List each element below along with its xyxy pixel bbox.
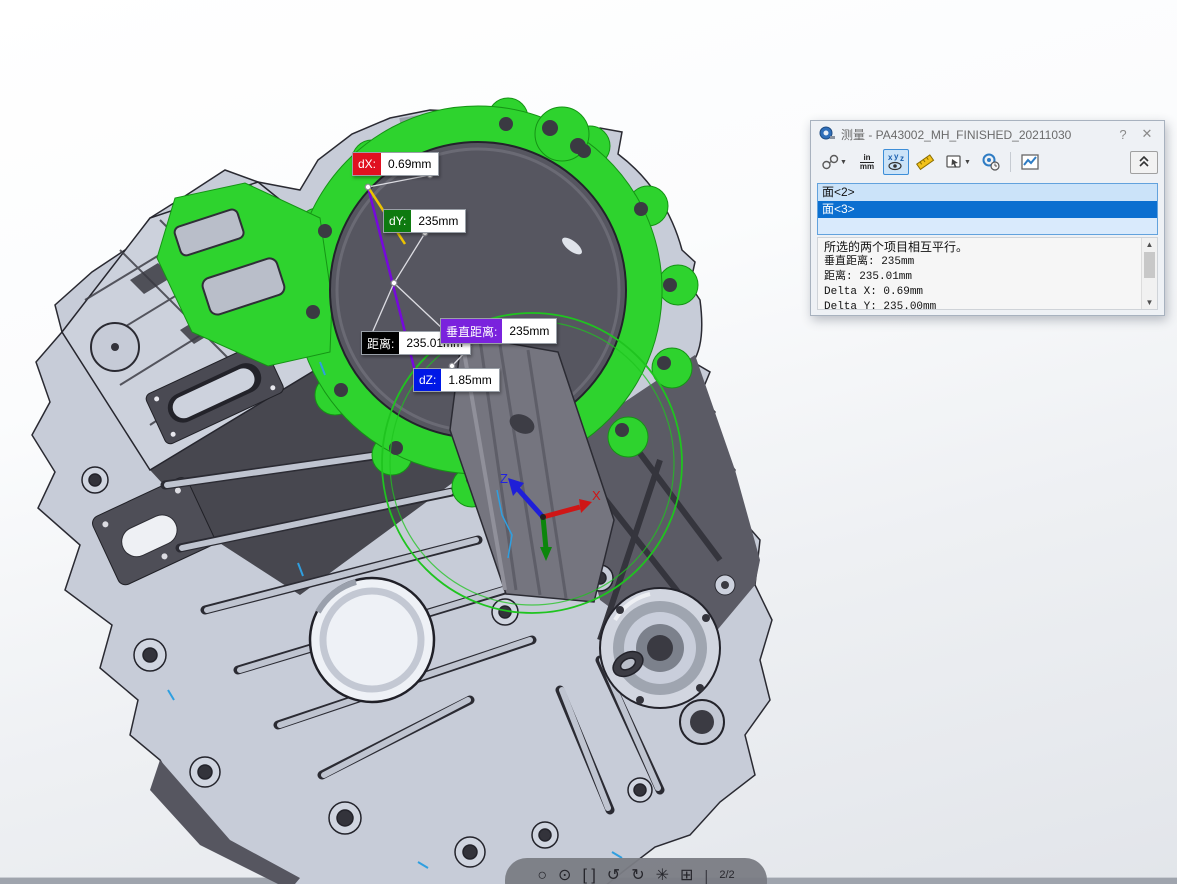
toolbar-separator	[1010, 152, 1011, 172]
rotate-view-icon[interactable]: ↻	[631, 868, 644, 884]
collapse-button[interactable]	[1130, 151, 1158, 174]
application-window: Z X dX: 0.69mm dY: 235mm 距离: 23	[0, 0, 1177, 884]
scroll-up-arrow-icon[interactable]: ▲	[1142, 238, 1157, 251]
model-through-bore[interactable]	[310, 578, 434, 702]
svg-text:y: y	[894, 152, 899, 161]
callout-dx-value: 0.69mm	[381, 153, 438, 175]
selection-list-item-face2[interactable]: 面<2>	[818, 184, 1157, 201]
callout-dy-value: 235mm	[411, 210, 465, 232]
callout-dz-value: 1.85mm	[441, 369, 498, 391]
measure-dialog-titlebar[interactable]: 测量 - PA43002_MH_FINISHED_20211030 ? ✕	[811, 121, 1164, 147]
selection-list-item-face3[interactable]: 面<3>	[818, 201, 1157, 218]
projected-on-screen-button[interactable]: ▼	[941, 149, 975, 175]
projection-icon	[945, 153, 963, 171]
measure-dialog: 测量 - PA43002_MH_FINISHED_20211030 ? ✕ ▼ …	[810, 120, 1165, 316]
selection-list[interactable]: 面<2> 面<3>	[817, 183, 1158, 235]
heads-up-view-toolbar[interactable]: ○ ⊙ [ ] ↺ ↻ ✳ ⊞ | 2/2	[505, 858, 767, 884]
callout-dz-chip: dZ:	[414, 369, 441, 391]
arc-measure-icon	[821, 153, 839, 171]
scroll-down-arrow-icon[interactable]: ▼	[1142, 296, 1157, 309]
dialog-close-button[interactable]: ✕	[1138, 126, 1156, 142]
results-scrollbar[interactable]: ▲ ▼	[1141, 238, 1157, 309]
create-sensor-button[interactable]	[1017, 149, 1043, 175]
result-parallel-note: 所选的两个项目相互平行。	[824, 240, 1139, 255]
hud-separator: |	[704, 868, 708, 884]
dialog-title: 测量 - PA43002_MH_FINISHED_20211030	[841, 126, 1108, 143]
result-distance: 距离: 235.01mm	[824, 270, 1139, 285]
callout-vertical-distance[interactable]: 垂直距离: 235mm	[440, 318, 557, 344]
ruler-icon	[915, 152, 935, 172]
view-page-indicator: 2/2	[719, 868, 734, 882]
triad-z-label: Z	[500, 471, 508, 486]
show-xyz-button[interactable]: x y z	[883, 149, 909, 175]
pan-view-icon[interactable]: ✳	[656, 868, 669, 884]
callout-dx[interactable]: dX: 0.69mm	[352, 152, 439, 176]
dialog-help-button[interactable]: ?	[1114, 127, 1132, 142]
callout-dy[interactable]: dY: 235mm	[383, 209, 466, 233]
callout-distance-chip: 距离:	[362, 332, 399, 354]
callout-dy-chip: dY:	[384, 210, 411, 232]
callout-vertical-distance-chip: 垂直距离:	[441, 319, 502, 343]
measurement-history-button[interactable]	[978, 149, 1004, 175]
scrollbar-thumb[interactable]	[1144, 252, 1155, 278]
measure-results-panel: 所选的两个项目相互平行。 垂直距离: 235mm 距离: 235.01mm De…	[817, 237, 1158, 310]
units-button[interactable]: in mm	[854, 149, 880, 175]
history-icon	[981, 152, 1001, 172]
triad-x-label: X	[592, 488, 601, 503]
measure-tape-icon	[819, 126, 835, 142]
chart-icon	[1020, 152, 1040, 172]
callout-dx-chip: dX:	[353, 153, 381, 175]
callout-dz[interactable]: dZ: 1.85mm	[413, 368, 500, 392]
units-icon: in mm	[860, 154, 874, 171]
display-style-icon[interactable]: ⊞	[680, 868, 693, 884]
callout-vertical-distance-value: 235mm	[502, 319, 556, 343]
previous-view-icon[interactable]: ↺	[607, 868, 620, 884]
zoom-fit-icon[interactable]: ○	[537, 868, 547, 884]
svg-text:z: z	[900, 154, 904, 163]
zoom-window-icon[interactable]: [ ]	[582, 868, 595, 884]
xyz-eye-icon: x y z	[886, 152, 906, 172]
result-delta-x: Delta X: 0.69mm	[824, 285, 1139, 300]
measure-toolbar: ▼ in mm x y z	[811, 147, 1164, 177]
svg-text:x: x	[888, 153, 893, 162]
zoom-area-icon[interactable]: ⊙	[558, 868, 571, 884]
arc-measure-button[interactable]: ▼	[817, 149, 851, 175]
result-delta-y: Delta Y: 235.00mm	[824, 300, 1139, 315]
measurement-button[interactable]	[912, 149, 938, 175]
collapse-chevrons-icon	[1139, 156, 1149, 168]
result-vertical-distance: 垂直距离: 235mm	[824, 255, 1139, 270]
